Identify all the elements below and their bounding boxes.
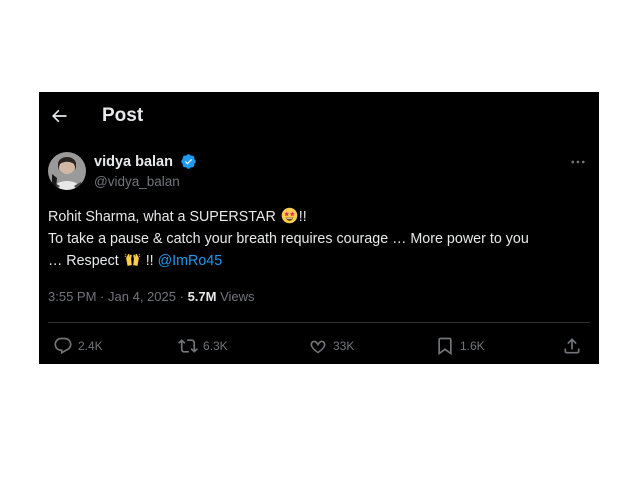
post-card: Post vidya balan @vidya_balan Rohit Shar… (39, 92, 599, 364)
post-time[interactable]: 3:55 PM (48, 289, 96, 304)
arrow-left-icon[interactable] (49, 106, 69, 126)
page-title: Post (102, 105, 144, 126)
tweet-text-segment: !! (145, 253, 154, 269)
repost-count: 6.3K (203, 339, 228, 353)
repost-icon (178, 339, 198, 353)
star-struck-emoji-icon (281, 207, 298, 224)
divider (48, 322, 590, 323)
meta-separator: · (100, 289, 105, 304)
post-meta: 3:55 PM · Jan 4, 2025 · 5.7M Views (48, 289, 255, 304)
tweet-text-segment: !! (298, 209, 307, 225)
reply-button[interactable]: 2.4K (53, 335, 103, 357)
post-date[interactable]: Jan 4, 2025 (108, 289, 176, 304)
bookmark-icon (438, 337, 452, 356)
tweet-text: Rohit Sharma, what a SUPERSTAR !! To tak… (48, 206, 593, 272)
post-header: Post (39, 92, 599, 140)
views-label: Views (220, 289, 255, 304)
more-options-icon[interactable] (569, 153, 587, 171)
like-button[interactable]: 33K (308, 335, 354, 357)
share-button[interactable] (562, 335, 582, 357)
verified-badge-icon (181, 154, 196, 169)
tweet-text-segment: Rohit Sharma, what a SUPERSTAR (48, 209, 276, 225)
tweet-line-3: … Respect !! @ImRo45 (48, 250, 593, 272)
heart-icon (310, 340, 326, 354)
reply-icon (54, 337, 72, 355)
tweet-line-2: To take a pause & catch your breath requ… (48, 231, 529, 247)
bookmark-count: 1.6K (460, 339, 485, 353)
user-handle[interactable]: @vidya_balan (94, 174, 180, 189)
display-name[interactable]: vidya balan (94, 154, 173, 170)
repost-button[interactable]: 6.3K (178, 335, 228, 357)
share-icon (564, 338, 580, 354)
avatar[interactable] (48, 152, 86, 190)
views-count: 5.7M (187, 289, 217, 304)
bookmark-button[interactable]: 1.6K (435, 335, 485, 357)
mention-link[interactable]: @ImRo45 (158, 253, 223, 269)
reply-count: 2.4K (78, 339, 103, 353)
tweet-line-1: Rohit Sharma, what a SUPERSTAR !! (48, 206, 593, 228)
tweet-text-segment: … Respect (48, 253, 119, 269)
raising-hands-emoji-icon (124, 253, 141, 266)
like-count: 33K (333, 339, 355, 353)
meta-separator: · (179, 289, 184, 304)
